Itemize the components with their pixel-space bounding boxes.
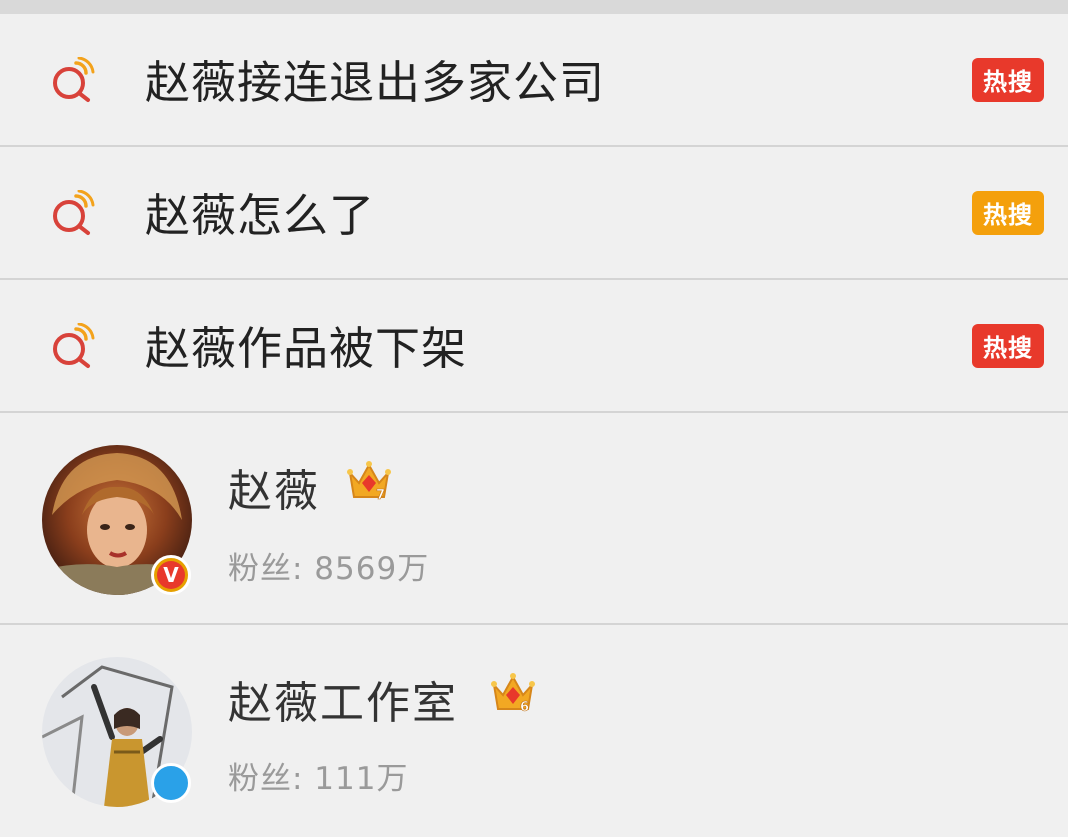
- user-name[interactable]: 赵薇: [228, 455, 320, 519]
- search-suggestion-text: 赵薇作品被下架: [145, 321, 468, 375]
- hot-search-badge: 热搜: [972, 190, 1044, 235]
- fans-count: 粉丝: 8569万: [228, 551, 430, 587]
- hot-search-icon: [53, 189, 95, 235]
- top-divider-bar: [0, 0, 1068, 14]
- hot-search-badge: 热搜: [972, 57, 1044, 102]
- fans-count: 粉丝: 111万: [228, 761, 409, 797]
- verified-badge: [151, 763, 191, 803]
- verified-v-text: V: [157, 561, 185, 589]
- verified-v-badge: V: [151, 555, 191, 595]
- user-name[interactable]: 赵薇工作室: [228, 667, 458, 731]
- search-suggestion-row[interactable]: 赵薇接连退出多家公司 热搜: [0, 14, 1068, 147]
- hot-search-badge: 热搜: [972, 323, 1044, 368]
- crown-level-icon: 7: [347, 461, 391, 503]
- search-suggestion-row[interactable]: 赵薇作品被下架 热搜: [0, 280, 1068, 413]
- crown-level-number: 7: [376, 488, 385, 503]
- user-result-row[interactable]: V 赵薇 7 粉丝: 8569万: [0, 413, 1068, 625]
- search-suggestion-text: 赵薇怎么了: [145, 188, 376, 242]
- hot-search-icon: [53, 322, 95, 368]
- search-suggestion-text: 赵薇接连退出多家公司: [145, 55, 606, 109]
- search-suggestion-row[interactable]: 赵薇怎么了 热搜: [0, 147, 1068, 280]
- crown-level-icon: 6: [491, 673, 535, 715]
- crown-level-number: 6: [520, 700, 529, 715]
- user-result-row[interactable]: 赵薇工作室 6 粉丝: 111万: [0, 625, 1068, 837]
- hot-search-icon: [53, 56, 95, 102]
